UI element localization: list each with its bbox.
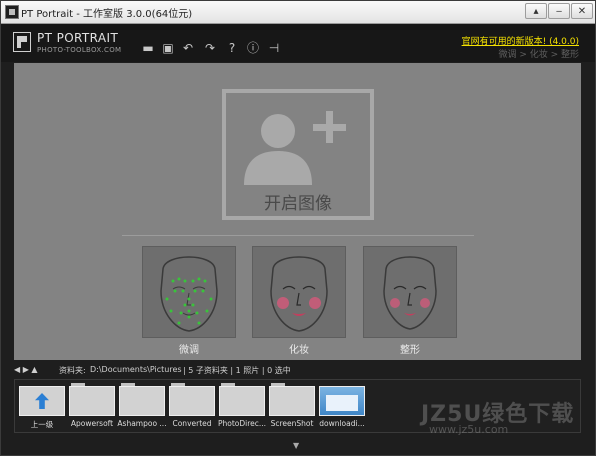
expand-chevron-icon[interactable]: ▼ xyxy=(293,441,299,450)
strip-item-label: PhotoDirec... xyxy=(217,419,267,428)
main-canvas: 开启图像 微调 化妆 整形 xyxy=(14,63,581,360)
folder-open-icon[interactable]: ▬ xyxy=(141,41,155,55)
path-bar: ◀ ▶ ▲ 资料夹: D:\Documents\Pictures | 5 子资料… xyxy=(1,363,595,378)
help-icon[interactable]: ? xyxy=(225,41,239,55)
strip-item-label: Converted xyxy=(172,419,212,428)
nav-arrows-icon[interactable]: ◀ ▶ ▲ xyxy=(14,365,38,374)
mode-reshape-button[interactable] xyxy=(363,246,457,338)
folder-path[interactable]: D:\Documents\Pictures xyxy=(90,365,182,374)
mode-reshape-label: 整形 xyxy=(400,345,420,356)
save-icon[interactable]: ▣ xyxy=(161,41,175,55)
folder-icon[interactable] xyxy=(169,386,215,416)
arrow-up-icon xyxy=(35,393,49,409)
up-folder-button[interactable] xyxy=(19,386,65,416)
folder-icon[interactable] xyxy=(219,386,265,416)
app-icon xyxy=(5,5,19,19)
redo-icon[interactable]: ↷ xyxy=(203,41,217,55)
photo-thumbnail[interactable] xyxy=(319,386,365,416)
mode-breadcrumb: 微调 > 化妆 > 整形 xyxy=(498,50,579,60)
plugin-icon[interactable]: ⊣ xyxy=(267,41,281,55)
face-mesh-icon xyxy=(160,256,218,332)
strip-item-label: downloadi... xyxy=(319,419,365,428)
face-reshape-icon xyxy=(383,256,437,330)
folder-status: | 5 子资料夹 | 1 照片 | 0 选中 xyxy=(183,366,291,375)
logo-title: PT PORTRAIT xyxy=(37,31,119,45)
mode-fine-tune-label: 微调 xyxy=(179,345,199,356)
open-image-label: 开启图像 xyxy=(264,194,332,214)
window-title: PT Portrait - 工作室版 3.0.0(64位元) xyxy=(21,9,193,20)
divider xyxy=(122,235,474,236)
mode-makeup-button[interactable] xyxy=(252,246,346,338)
logo-subtitle: PHOTO-TOOLBOX.COM xyxy=(37,46,122,54)
strip-item-label: ScreenShot xyxy=(270,419,314,428)
folder-label: 资料夹: xyxy=(59,366,86,375)
strip-item-label: Apowersoft xyxy=(70,419,114,428)
app-window: PT Portrait - 工作室版 3.0.0(64位元) ▴ ‒ ✕ PT … xyxy=(0,0,596,456)
open-image-button[interactable]: 开启图像 xyxy=(222,89,374,220)
folder-icon[interactable] xyxy=(269,386,315,416)
collapse-button[interactable]: ▴ xyxy=(525,3,547,19)
folder-icon[interactable] xyxy=(119,386,165,416)
watermark-url: www.jz5u.com xyxy=(429,423,509,436)
strip-item-label: Ashampoo ... xyxy=(117,419,167,428)
info-icon[interactable]: ⓘ xyxy=(246,41,260,55)
folder-icon[interactable] xyxy=(69,386,115,416)
mode-makeup-label: 化妆 xyxy=(289,345,309,356)
mode-fine-tune-button[interactable] xyxy=(142,246,236,338)
face-makeup-icon xyxy=(270,256,328,332)
update-link[interactable]: 官网有可用的新版本! (4.0.0) xyxy=(462,34,579,47)
close-button[interactable]: ✕ xyxy=(571,3,593,19)
strip-item-label: 上一级 xyxy=(30,420,54,429)
title-bar: PT Portrait - 工作室版 3.0.0(64位元) ▴ ‒ ✕ xyxy=(1,1,595,24)
logo-icon xyxy=(13,32,31,52)
undo-icon[interactable]: ↶ xyxy=(181,41,195,55)
app-header: PT PORTRAIT PHOTO-TOOLBOX.COM ▬ ▣ ↶ ↷ ? … xyxy=(1,24,595,62)
minimize-button[interactable]: ‒ xyxy=(548,3,570,19)
